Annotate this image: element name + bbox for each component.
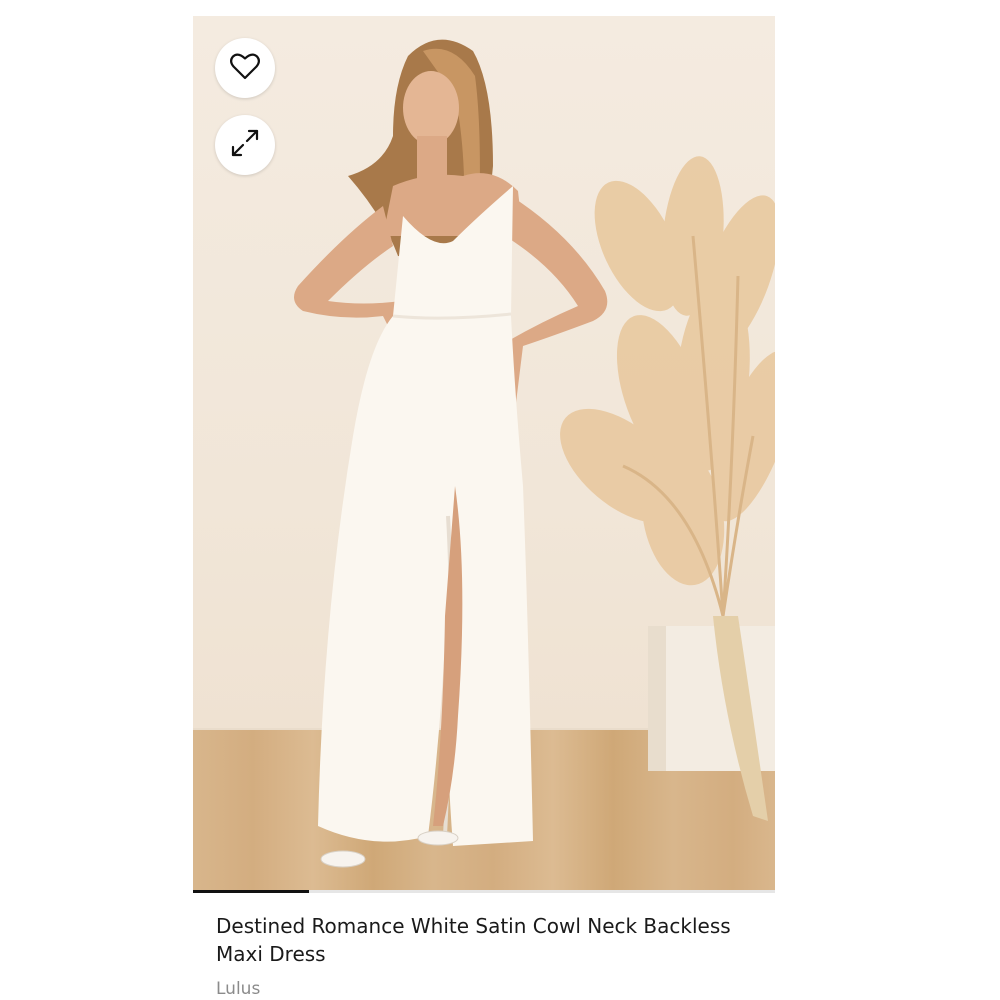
- left-shoe: [320, 850, 366, 868]
- favorite-button[interactable]: [215, 38, 275, 98]
- brand-name[interactable]: Lulus: [216, 978, 260, 1000]
- model-photo: [294, 39, 775, 868]
- product-title[interactable]: Destined Romance White Satin Cowl Neck B…: [216, 912, 736, 968]
- right-shoe: [417, 830, 459, 846]
- white-dress: [318, 186, 533, 846]
- product-card: Destined Romance White Satin Cowl Neck B…: [0, 0, 1000, 1000]
- product-image[interactable]: [193, 16, 775, 890]
- heart-outline-icon: [229, 51, 261, 85]
- right-arm: [505, 196, 608, 411]
- expand-image-button[interactable]: [215, 115, 275, 175]
- expand-arrows-icon: [230, 128, 260, 162]
- neck: [417, 136, 447, 181]
- gallery-progress: [193, 890, 775, 893]
- face: [403, 71, 459, 145]
- pampas-grass: [560, 156, 775, 586]
- gallery-progress-fill: [193, 890, 310, 893]
